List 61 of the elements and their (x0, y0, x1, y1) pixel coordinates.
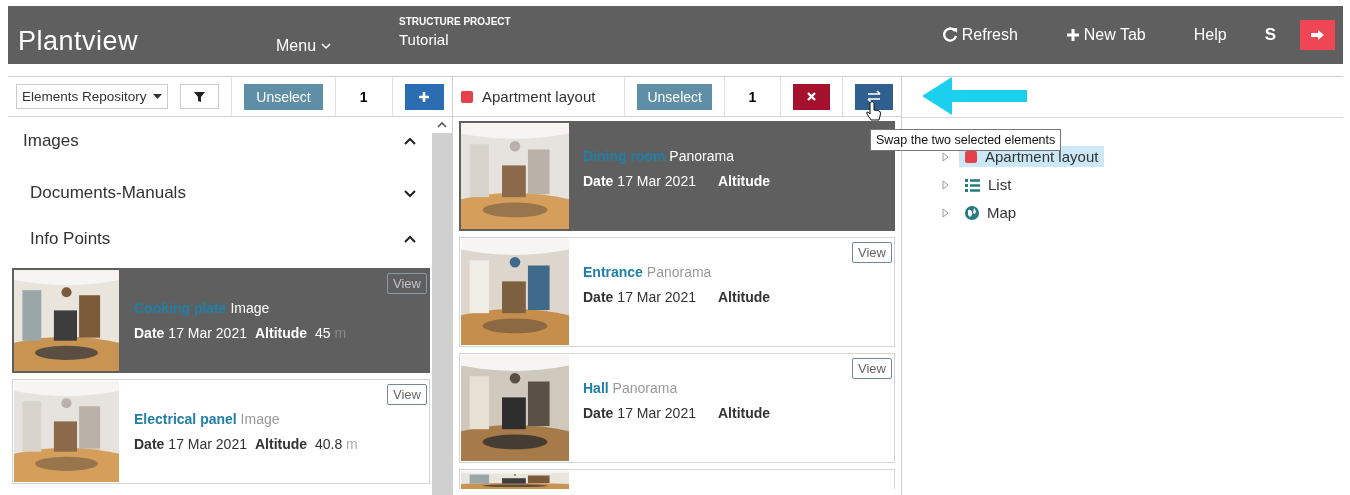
caret-icon (152, 94, 162, 99)
project-name: Tutorial (399, 31, 450, 48)
view-button[interactable]: View (387, 273, 427, 294)
add-button[interactable] (404, 83, 444, 110)
list-icon (965, 177, 980, 192)
unselect-button[interactable]: Unselect (636, 83, 713, 110)
hand-cursor-icon (866, 101, 882, 121)
arrow-icon (922, 77, 1027, 115)
filter-button[interactable] (179, 84, 220, 109)
app-logo[interactable]: Plantview (18, 26, 276, 60)
card-details: Date 17 Mar 2021 Altitude (583, 289, 772, 305)
selection-count: 1 (747, 88, 758, 105)
card-details: Date 17 Mar 2021 Altitude (583, 405, 772, 421)
globe-icon (965, 205, 979, 220)
new-tab-button[interactable]: New Tab (1065, 26, 1146, 44)
view-button[interactable]: View (852, 242, 892, 263)
chevron-up-icon[interactable] (404, 234, 416, 244)
repository-dropdown[interactable]: Elements Repository (16, 84, 168, 109)
selection-count: 1 (358, 88, 369, 105)
card-details: Date 17 Mar 2021 Altitude (583, 173, 772, 189)
swap-icon (867, 90, 882, 103)
delete-button[interactable] (792, 83, 831, 110)
card-title: Entrance Panorama (583, 264, 713, 280)
card-title: Hall Panorama (583, 380, 679, 396)
menu-button[interactable]: Menu (276, 36, 399, 56)
refresh-icon (941, 27, 958, 43)
folder-title[interactable]: Documents-Manuals (30, 183, 186, 203)
layer-name: Apartment layout (482, 88, 596, 105)
element-card[interactable]: Hall Panorama Date 17 Mar 2021 Altitude View (459, 353, 895, 463)
close-icon (806, 92, 816, 101)
folder-title[interactable]: Info Points (30, 229, 111, 249)
project-label: STRUCTURE PROJECT (399, 16, 511, 27)
unselect-button[interactable]: Unselect (244, 83, 323, 110)
expand-arrow-icon[interactable] (942, 207, 949, 218)
chevron-down-icon (321, 42, 332, 50)
logout-icon (1309, 27, 1326, 43)
chevron-up-icon[interactable] (404, 136, 416, 146)
element-card[interactable]: Entrance Panorama Date 17 Mar 2021 Altitude View (459, 237, 895, 347)
tree-item[interactable]: List (959, 174, 1018, 195)
expand-arrow-icon[interactable] (942, 151, 949, 162)
filter-icon (193, 91, 205, 102)
tooltip: Swap the two selected elements (870, 129, 1062, 151)
view-button[interactable]: View (387, 384, 427, 405)
view-button[interactable]: View (852, 358, 892, 379)
logout-button[interactable] (1300, 20, 1335, 50)
chevron-down-icon[interactable] (404, 188, 416, 198)
scrollbar[interactable] (432, 117, 452, 495)
section-title[interactable]: Images (23, 131, 79, 151)
plus-icon (418, 90, 431, 103)
card-title: Dining room Panorama (583, 148, 735, 164)
card-title: Cooking plate Image (134, 300, 271, 316)
chevron-up-icon[interactable] (437, 121, 447, 129)
tree-item[interactable]: Map (959, 202, 1023, 223)
expand-arrow-icon[interactable] (942, 179, 949, 190)
element-card[interactable]: Electrical panel Image Date 17 Mar 2021 Altitude 40.8 m View (12, 379, 430, 484)
card-title: Electrical panel Image (134, 411, 281, 427)
help-link[interactable]: Help (1193, 26, 1227, 44)
card-details: Date 17 Mar 2021 Altitude 40.8 m (134, 436, 358, 452)
plus-icon (1065, 28, 1080, 42)
user-initial[interactable]: S (1264, 25, 1276, 45)
refresh-button[interactable]: Refresh (941, 26, 1018, 44)
